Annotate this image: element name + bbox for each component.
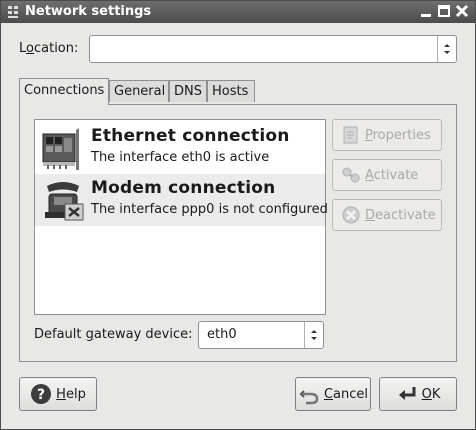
location-combo-arrows[interactable]: [437, 36, 456, 62]
ok-icon: [398, 387, 416, 400]
properties-button[interactable]: Properties: [332, 119, 442, 151]
window-menu-icon[interactable]: [7, 5, 19, 19]
tab-dns[interactable]: DNS: [169, 80, 207, 102]
gateway-value: eth0: [207, 327, 237, 342]
gateway-label: Default gateway device:: [34, 327, 193, 342]
cancel-icon: [299, 390, 319, 405]
list-item-modem[interactable]: Modem connection The interface ppp0 is n…: [35, 174, 328, 226]
tab-connections[interactable]: Connections: [19, 78, 109, 105]
connections-list[interactable]: Ethernet connection The interface eth0 i…: [34, 119, 328, 315]
location-label: Location:: [19, 41, 79, 56]
tab-general[interactable]: General: [109, 80, 169, 102]
gateway-combo-arrows[interactable]: [304, 322, 323, 348]
ethernet-card-icon: [42, 128, 79, 170]
properties-icon: [343, 126, 358, 144]
help-button[interactable]: ? Help: [19, 377, 97, 411]
tab-hosts[interactable]: Hosts: [207, 80, 255, 102]
up-down-arrow-icon: [311, 330, 317, 340]
activate-icon: [342, 167, 360, 183]
connection-name: Modem connection: [91, 178, 276, 198]
deactivate-icon: [342, 206, 360, 224]
location-combo[interactable]: [89, 35, 457, 63]
connection-description: The interface ppp0 is not configured: [91, 202, 328, 217]
deactivate-button[interactable]: Deactivate: [332, 199, 442, 231]
maximize-icon[interactable]: [437, 4, 451, 18]
gateway-combo[interactable]: eth0: [198, 321, 324, 349]
help-icon: ?: [31, 384, 52, 404]
connection-description: The interface eth0 is active: [91, 150, 270, 165]
window-title: Network settings: [25, 4, 152, 19]
ok-button[interactable]: OK: [379, 377, 457, 411]
up-down-arrow-icon: [444, 44, 450, 54]
connection-name: Ethernet connection: [91, 126, 290, 146]
close-icon[interactable]: [455, 4, 469, 18]
title-bar[interactable]: Network settings: [1, 1, 475, 23]
svg-text:?: ?: [37, 387, 45, 403]
cancel-button[interactable]: Cancel: [295, 377, 371, 411]
minimize-icon[interactable]: [419, 4, 433, 18]
connections-panel: Ethernet connection The interface eth0 i…: [19, 104, 457, 362]
activate-button[interactable]: Activate: [332, 159, 442, 191]
list-item-ethernet[interactable]: Ethernet connection The interface eth0 i…: [35, 122, 325, 174]
network-settings-window: Network settings Location: Connections G…: [0, 0, 476, 430]
modem-icon: [45, 182, 84, 221]
